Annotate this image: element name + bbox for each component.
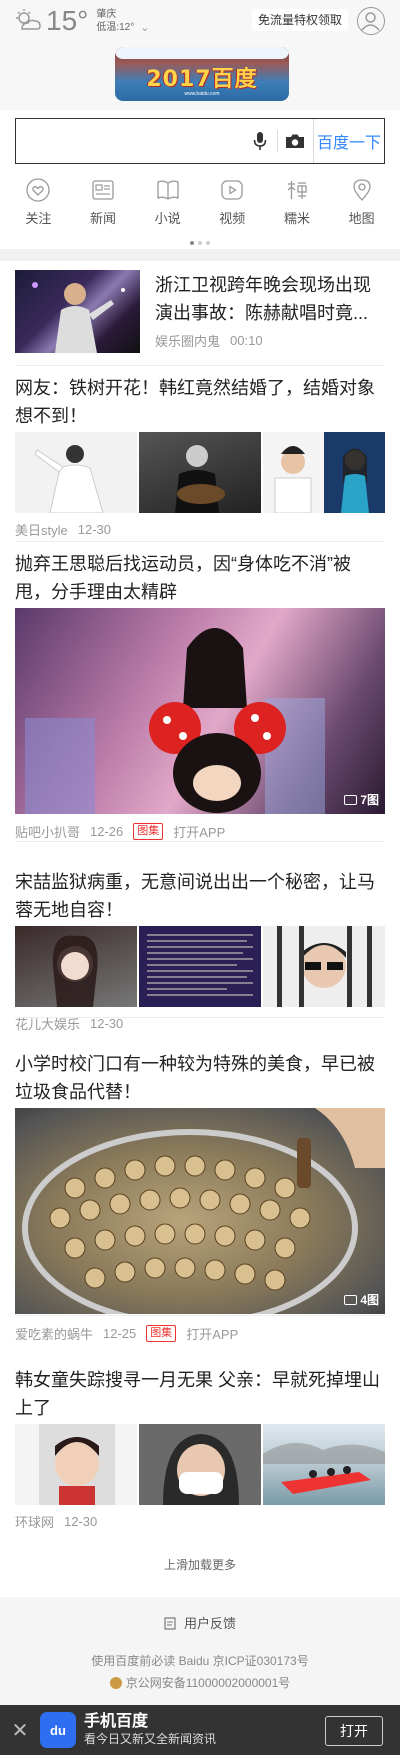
news-time: 12-30 (64, 1514, 98, 1529)
weather-cloud-sun-icon (14, 7, 42, 35)
search-button[interactable]: 百度一下 (313, 119, 384, 163)
open-app-button[interactable]: 打开 (325, 1716, 383, 1746)
news-thumbnail[interactable] (263, 432, 385, 513)
microphone-icon[interactable] (243, 119, 277, 163)
news-title[interactable]: 抛弃王思聪后找运动员，因“身体吃不消”被甩，分手理由太精辟 (15, 550, 385, 606)
news-time: 12-25 (103, 1326, 137, 1341)
heart-icon (26, 178, 50, 202)
news-thumbnail[interactable]: 4图 (15, 1108, 385, 1314)
baidu-app-logo: du (40, 1712, 76, 1748)
footer: 用户反馈 使用百度前必读 Baidu 京ICP证030173号 京公网安备110… (0, 1597, 400, 1705)
book-icon (156, 178, 180, 202)
nav-item-news[interactable]: 新闻 (73, 178, 133, 236)
news-thumbnail[interactable] (15, 270, 140, 353)
city-name: 肇庆 (96, 9, 117, 20)
nav-label: 小说 (154, 211, 181, 226)
promo-button[interactable]: 免流量特权领取 (252, 9, 349, 31)
news-thumbnail[interactable] (15, 1424, 137, 1505)
news-source: 爱吃素的蜗牛 (15, 1327, 94, 1342)
police-record[interactable]: 京公网安备11000002000001号 (0, 1674, 400, 1691)
news-card[interactable]: 宋喆监狱病重，无意间说出出一个秘密，让马蓉无地自容！ 花儿大娱乐 12-30 (15, 842, 385, 1032)
baidu-doodle-logo[interactable]: 2017百度 www.baidu.com (115, 47, 289, 101)
user-avatar-icon[interactable] (357, 7, 385, 35)
news-time: 12-26 (90, 824, 124, 839)
news-thumbnail[interactable] (15, 432, 137, 513)
feedback-label: 用户反馈 (183, 1616, 236, 1631)
page-indicator (0, 241, 400, 247)
news-thumbnail[interactable] (139, 1424, 261, 1505)
news-title[interactable]: 小学时校门口有一种较为特殊的美食，早已被垃圾食品代替！ (15, 1050, 385, 1106)
gallery-tag: 图集 (133, 823, 164, 840)
image-icon (344, 1294, 358, 1305)
news-source: 环球网 (15, 1515, 55, 1530)
close-icon[interactable]: ✕ (0, 1705, 40, 1755)
nav-item-nuomi[interactable]: 糯米 (267, 178, 327, 236)
gallery-tag: 图集 (146, 1325, 177, 1342)
image-icon (344, 794, 358, 805)
logo-text: 2017百度 (146, 67, 258, 92)
low-temperature: 低温:12° (96, 22, 135, 33)
feedback-link[interactable]: 用户反馈 (0, 1613, 400, 1632)
search-input[interactable] (16, 119, 243, 163)
news-card[interactable]: 网友：铁树开花！韩红竟然结婚了，结婚对象想不到！ 美日style 12-30 (15, 366, 385, 542)
temperature: 15° (46, 5, 89, 36)
news-source: 贴吧小扒哥 (15, 825, 81, 840)
police-badge-icon (109, 1677, 122, 1689)
news-title[interactable]: 韩女童失踪搜寻一月无果 父亲：早就死掉埋山上了 (15, 1366, 385, 1422)
news-thumbnail[interactable] (263, 1424, 385, 1505)
section-divider (0, 249, 400, 261)
chevron-down-icon[interactable]: ⌄ (140, 21, 149, 34)
open-app-link[interactable]: 打开APP (173, 822, 225, 841)
load-more-hint[interactable]: 上滑加载更多 (0, 1556, 400, 1573)
news-time: 00:10 (230, 333, 263, 348)
nav-label: 糯米 (283, 211, 310, 226)
news-thumbnail[interactable] (139, 926, 261, 1007)
police-record-text: 京公网安备11000002000001号 (125, 1676, 291, 1690)
header: 15° 肇庆 低温:12° ⌄ 免流量特权领取 2017百度 www.baidu… (0, 0, 400, 110)
nav-label: 新闻 (89, 211, 116, 226)
open-app-link[interactable]: 打开APP (186, 1324, 238, 1343)
nav-label: 视频 (219, 211, 246, 226)
news-icon (91, 178, 115, 202)
news-title[interactable]: 宋喆监狱病重，无意间说出出一个秘密，让马蓉无地自容！ (15, 868, 385, 924)
news-card[interactable]: 抛弃王思聪后找运动员，因“身体吃不消”被甩，分手理由太精辟 7图 贴吧小扒哥 1… (15, 542, 385, 842)
banner-title: 手机百度 (84, 1713, 149, 1730)
logo-subtext: www.baidu.com (184, 91, 220, 97)
news-source: 美日style (15, 523, 68, 538)
nuomi-icon (285, 178, 309, 202)
news-title[interactable]: 浙江卫视跨年晚会现场出现演出事故：陈赫献唱时竟... (155, 271, 385, 327)
image-count-badge: 4图 (344, 1291, 379, 1308)
banner-subtitle: 看今日又新又全新闻资讯 (84, 1732, 217, 1746)
news-title[interactable]: 网友：铁树开花！韩红竟然结婚了，结婚对象想不到！ (15, 374, 385, 430)
news-thumbnail[interactable] (15, 926, 137, 1007)
nav-item-map[interactable]: 地图 (332, 178, 392, 236)
news-card[interactable]: 韩女童失踪搜寻一月无果 父亲：早就死掉埋山上了 环球网 12-30 (15, 1344, 385, 1530)
weather-widget[interactable]: 15° 肇庆 低温:12° ⌄ (14, 6, 149, 36)
nav-item-follow[interactable]: 关注 (8, 178, 68, 236)
search-box: 百度一下 (15, 118, 385, 164)
news-source: 娱乐圈内鬼 (155, 334, 221, 349)
camera-icon[interactable] (278, 119, 313, 163)
news-thumbnail[interactable] (139, 432, 261, 513)
app-download-banner: ✕ du 手机百度 看今日又新又全新闻资讯 打开 (0, 1705, 400, 1755)
map-pin-icon (350, 178, 374, 202)
nav-item-video[interactable]: 视频 (202, 178, 262, 236)
image-count-badge: 7图 (344, 791, 379, 808)
news-thumbnail[interactable] (263, 926, 385, 1007)
play-icon (220, 178, 244, 202)
nav-label: 关注 (25, 211, 52, 226)
quick-nav: 关注 新闻 小说 视频 糯米 地图 (0, 178, 400, 236)
nav-label: 地图 (348, 211, 375, 226)
edit-icon (164, 1616, 178, 1630)
nav-item-novel[interactable]: 小说 (138, 178, 198, 236)
news-time: 12-30 (77, 522, 111, 537)
news-thumbnail[interactable]: 7图 (15, 608, 385, 814)
icp-notice[interactable]: 使用百度前必读 Baidu 京ICP证030173号 (0, 1652, 400, 1669)
news-card[interactable]: 小学时校门口有一种较为特殊的美食，早已被垃圾食品代替！ 4图 爱吃素的蜗牛 12… (15, 1018, 385, 1342)
news-card[interactable]: 浙江卫视跨年晚会现场出现演出事故：陈赫献唱时竟... 娱乐圈内鬼 00:10 (15, 261, 385, 366)
